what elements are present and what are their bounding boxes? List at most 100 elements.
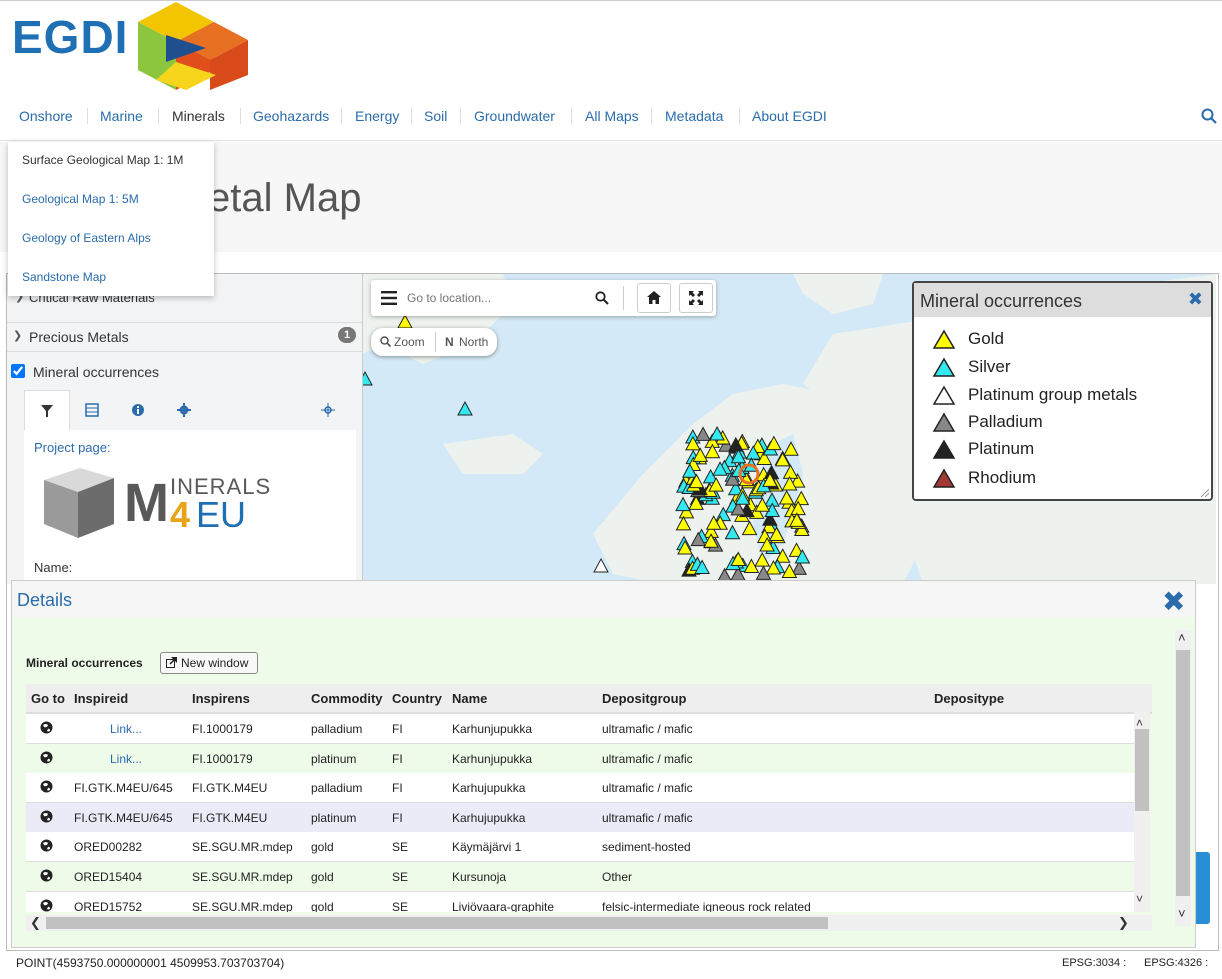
nav-onshore[interactable]: Onshore <box>19 108 73 124</box>
col-header-inspirens[interactable]: Inspirens <box>192 691 250 706</box>
tab-settings[interactable] <box>162 390 206 430</box>
dropdown-item-surface-geological[interactable]: Surface Geological Map 1: 1M <box>22 153 183 167</box>
close-icon[interactable]: ✖ <box>1162 585 1185 618</box>
occurrence-marker[interactable] <box>724 524 741 540</box>
search-icon[interactable] <box>595 291 609 305</box>
cell-inspireid: FI.GTK.M4EU/645 <box>74 781 173 796</box>
scroll-up-icon[interactable]: ˄ <box>1136 716 1143 730</box>
occurrence-marker[interactable] <box>675 496 691 512</box>
table-row[interactable]: ORED15404 SE.SGU.MR.mdep gold SE Kursunoja Ot… <box>26 862 1134 892</box>
occurrence-marker[interactable] <box>778 489 795 505</box>
scrollbar-thumb[interactable] <box>46 917 828 929</box>
home-button[interactable] <box>637 283 671 313</box>
goto-location-input[interactable] <box>405 288 589 308</box>
logo-eu: EU <box>196 494 247 535</box>
globe-icon[interactable] <box>40 721 53 734</box>
zoom-button[interactable]: Zoom <box>371 328 435 356</box>
nav-geohazards[interactable]: Geohazards <box>253 108 329 124</box>
dropdown-item-geological-5m[interactable]: Geological Map 1: 5M <box>22 192 139 206</box>
table-icon <box>85 403 99 417</box>
scrollbar-thumb[interactable] <box>1176 650 1190 896</box>
egdi-logo[interactable]: EGDI <box>6 0 256 95</box>
nav-groundwater[interactable]: Groundwater <box>474 108 555 124</box>
search-icon[interactable] <box>1201 108 1217 124</box>
details-vertical-scrollbar[interactable]: ˄ ˅ <box>1175 630 1191 926</box>
tab-zoom-to-layer[interactable] <box>306 390 350 430</box>
nav-about-egdi[interactable]: About EGDI <box>752 108 827 124</box>
col-header-depositype[interactable]: Depositype <box>934 691 1004 706</box>
nav-soil[interactable]: Soil <box>424 108 447 124</box>
occurrence-marker[interactable] <box>675 515 692 531</box>
minerals4eu-logo[interactable]: M INERALS 4 EU <box>38 466 278 538</box>
nav-separator <box>87 108 88 124</box>
occurrence-marker[interactable] <box>766 435 782 451</box>
nav-energy[interactable]: Energy <box>355 108 399 124</box>
nav-minerals[interactable]: Minerals <box>172 108 225 124</box>
occurrence-marker[interactable] <box>397 313 413 329</box>
scroll-down-icon[interactable]: ˅ <box>1178 906 1186 921</box>
table-vertical-scrollbar[interactable]: ˄ ˅ <box>1134 712 1150 912</box>
table-horizontal-scrollbar[interactable]: ❮ ❯ <box>26 915 1152 931</box>
globe-icon[interactable] <box>40 810 53 823</box>
globe-icon[interactable] <box>40 751 53 764</box>
col-header-inspireid[interactable]: Inspireid <box>74 691 128 706</box>
occurrence-marker[interactable] <box>695 426 711 441</box>
gear-icon <box>177 403 191 417</box>
project-page-link[interactable]: Project page: <box>34 440 111 455</box>
table-row[interactable]: Link... FI.1000179 platinum FI Karhunjupukka… <box>26 743 1134 774</box>
col-header-goto[interactable]: Go to <box>31 691 65 706</box>
cell-name: Karhujupukka <box>452 810 526 825</box>
nav-separator <box>158 108 159 124</box>
table-row[interactable]: ORED15752 SE.SGU.MR.mdep gold SE Liviövaara-… <box>26 891 1134 912</box>
legend-panel: Mineral occurrences ✖ Gold Silver Platin… <box>912 281 1213 501</box>
north-button[interactable]: N North <box>437 328 497 356</box>
resize-handle-icon[interactable] <box>1201 489 1209 497</box>
table-row[interactable]: ORED00282 SE.SGU.MR.mdep gold SE Käymäjärvi … <box>26 832 1134 863</box>
goto-location-control <box>371 280 716 316</box>
tab-filter[interactable] <box>24 390 70 431</box>
nav-separator <box>651 108 652 124</box>
globe-icon[interactable] <box>40 780 53 793</box>
dropdown-item-eastern-alps[interactable]: Geology of Eastern Alps <box>22 231 151 245</box>
col-header-depositgroup[interactable]: Depositgroup <box>602 691 687 706</box>
occurrence-marker[interactable] <box>793 490 810 506</box>
occurrence-marker[interactable] <box>754 552 771 567</box>
group-precious-metals[interactable]: ❯ Precious Metals 1 <box>7 322 362 352</box>
new-window-button[interactable]: New window <box>160 652 258 674</box>
layer-visibility-checkbox[interactable] <box>11 364 25 378</box>
globe-icon[interactable] <box>40 839 53 852</box>
occurrence-marker[interactable] <box>783 441 799 456</box>
cell-inspireid[interactable]: Link... <box>110 752 142 766</box>
col-header-country[interactable]: Country <box>392 691 442 706</box>
hamburger-menu-icon[interactable] <box>381 291 397 305</box>
table-row[interactable]: Link... FI.1000179 palladium FI Karhunjupukk… <box>26 714 1134 744</box>
cell-name: Karhunjupukka <box>452 722 533 736</box>
col-header-name[interactable]: Name <box>452 691 487 706</box>
dropdown-item-sandstone[interactable]: Sandstone Map <box>22 270 106 284</box>
main-nav: Onshore Marine Minerals Geohazards Energ… <box>0 100 1222 132</box>
col-header-commodity[interactable]: Commodity <box>311 691 383 706</box>
occurrence-marker[interactable] <box>593 557 609 573</box>
globe-icon[interactable] <box>40 869 53 882</box>
nav-metadata[interactable]: Metadata <box>665 108 723 124</box>
occurrence-marker[interactable] <box>363 370 373 386</box>
home-icon <box>647 291 661 304</box>
tab-table[interactable] <box>70 390 114 430</box>
fullscreen-button[interactable] <box>679 283 713 313</box>
table-row[interactable]: FI.GTK.M4EU/645 FI.GTK.M4EU platinum FI Karh… <box>26 802 1134 833</box>
nav-all-maps[interactable]: All Maps <box>585 108 639 124</box>
occurrence-marker[interactable] <box>741 520 758 536</box>
table-row[interactable]: FI.GTK.M4EU/645 FI.GTK.M4EU palladium FI Kar… <box>26 773 1134 804</box>
close-icon[interactable]: ✖ <box>1188 289 1203 310</box>
nav-marine[interactable]: Marine <box>100 108 143 124</box>
occurrence-marker[interactable] <box>457 400 473 416</box>
scroll-up-icon[interactable]: ˄ <box>1178 630 1186 645</box>
tab-info[interactable] <box>116 390 160 430</box>
scrollbar-thumb[interactable] <box>1135 729 1149 811</box>
scroll-left-icon[interactable]: ❮ <box>30 915 41 931</box>
globe-icon[interactable] <box>40 899 53 912</box>
occurrence-marker[interactable] <box>782 464 799 479</box>
scroll-right-icon[interactable]: ❯ <box>1118 915 1129 931</box>
scroll-down-icon[interactable]: ˅ <box>1136 892 1143 906</box>
cell-inspireid[interactable]: Link... <box>110 722 142 736</box>
